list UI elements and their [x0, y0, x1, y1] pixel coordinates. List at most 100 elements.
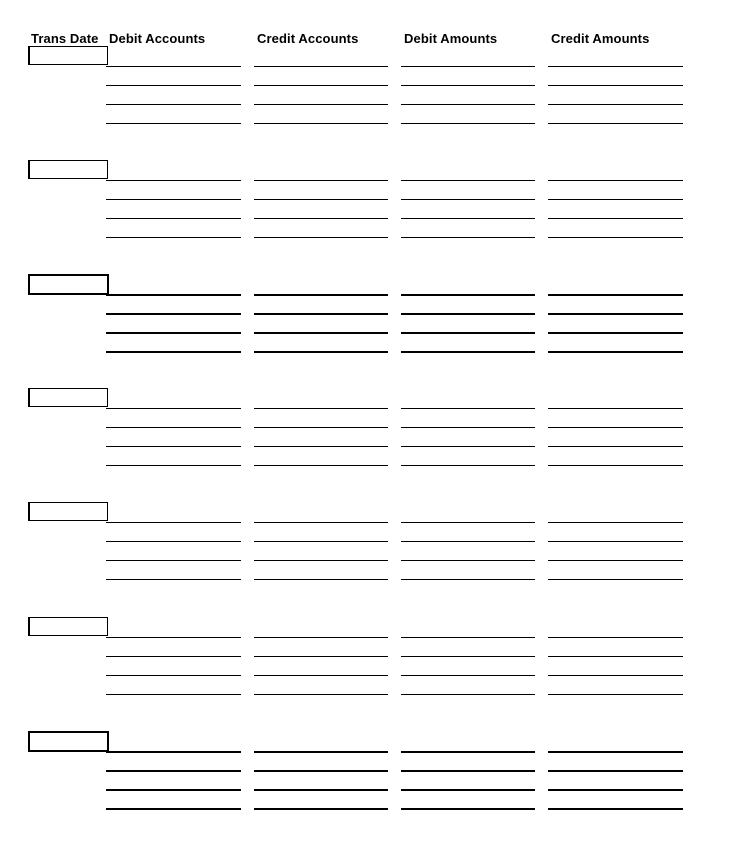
debit-accounts-line[interactable]	[106, 522, 241, 524]
debit-accounts-line[interactable]	[106, 674, 241, 676]
trans-date-field[interactable]	[28, 616, 108, 636]
credit-amounts-line[interactable]	[548, 237, 683, 239]
credit-accounts-line[interactable]	[254, 655, 388, 657]
debit-accounts-line[interactable]	[106, 427, 241, 429]
debit-accounts-line[interactable]	[106, 541, 241, 543]
debit-amounts-line[interactable]	[401, 693, 535, 695]
debit-accounts-line[interactable]	[106, 655, 241, 657]
debit-amounts-line[interactable]	[401, 807, 535, 810]
credit-accounts-line[interactable]	[254, 807, 388, 810]
credit-amounts-line[interactable]	[548, 560, 683, 562]
debit-accounts-line[interactable]	[106, 807, 241, 810]
debit-amounts-line[interactable]	[401, 446, 535, 448]
debit-accounts-line[interactable]	[106, 332, 241, 335]
debit-amounts-line[interactable]	[401, 674, 535, 676]
credit-accounts-line[interactable]	[254, 427, 388, 429]
credit-amounts-line[interactable]	[548, 769, 683, 772]
credit-accounts-line[interactable]	[254, 788, 388, 791]
credit-amounts-line[interactable]	[548, 351, 683, 354]
debit-accounts-line[interactable]	[106, 180, 241, 182]
credit-amounts-line[interactable]	[548, 199, 683, 201]
credit-accounts-line[interactable]	[254, 579, 388, 581]
trans-date-field[interactable]	[28, 730, 109, 752]
credit-accounts-line[interactable]	[254, 769, 388, 772]
trans-date-field[interactable]	[28, 274, 109, 296]
debit-accounts-line[interactable]	[106, 218, 241, 220]
debit-amounts-line[interactable]	[401, 636, 535, 638]
credit-amounts-line[interactable]	[548, 788, 683, 791]
debit-amounts-line[interactable]	[401, 560, 535, 562]
credit-amounts-line[interactable]	[548, 693, 683, 695]
credit-accounts-line[interactable]	[254, 636, 388, 638]
debit-accounts-line[interactable]	[106, 579, 241, 581]
trans-date-field[interactable]	[28, 160, 108, 180]
debit-accounts-line[interactable]	[106, 294, 241, 297]
credit-amounts-line[interactable]	[548, 123, 683, 124]
credit-accounts-line[interactable]	[254, 465, 388, 467]
debit-accounts-line[interactable]	[106, 769, 241, 772]
debit-amounts-line[interactable]	[401, 351, 535, 354]
debit-amounts-line[interactable]	[401, 180, 535, 182]
credit-accounts-line[interactable]	[254, 332, 388, 335]
credit-amounts-line[interactable]	[548, 104, 683, 105]
credit-amounts-line[interactable]	[548, 408, 683, 410]
debit-accounts-line[interactable]	[106, 199, 241, 201]
credit-amounts-line[interactable]	[548, 522, 683, 524]
credit-amounts-line[interactable]	[548, 218, 683, 220]
credit-amounts-line[interactable]	[548, 332, 683, 335]
credit-accounts-line[interactable]	[254, 750, 388, 753]
debit-accounts-line[interactable]	[106, 636, 241, 638]
credit-amounts-line[interactable]	[548, 636, 683, 638]
trans-date-field[interactable]	[28, 388, 108, 408]
credit-amounts-line[interactable]	[548, 313, 683, 316]
debit-amounts-line[interactable]	[401, 313, 535, 316]
debit-amounts-line[interactable]	[401, 750, 535, 753]
debit-amounts-line[interactable]	[401, 465, 535, 467]
debit-amounts-line[interactable]	[401, 237, 535, 239]
debit-accounts-line[interactable]	[106, 446, 241, 448]
debit-amounts-line[interactable]	[401, 218, 535, 220]
credit-accounts-line[interactable]	[254, 237, 388, 239]
debit-accounts-line[interactable]	[106, 693, 241, 695]
credit-accounts-line[interactable]	[254, 313, 388, 316]
debit-amounts-line[interactable]	[401, 769, 535, 772]
credit-amounts-line[interactable]	[548, 655, 683, 657]
debit-amounts-line[interactable]	[401, 579, 535, 581]
debit-accounts-line[interactable]	[106, 104, 241, 105]
credit-amounts-line[interactable]	[548, 465, 683, 467]
debit-accounts-line[interactable]	[106, 313, 241, 316]
debit-amounts-line[interactable]	[401, 788, 535, 791]
credit-accounts-line[interactable]	[254, 294, 388, 297]
debit-amounts-line[interactable]	[401, 522, 535, 524]
credit-amounts-line[interactable]	[548, 579, 683, 581]
debit-amounts-line[interactable]	[401, 123, 535, 124]
credit-accounts-line[interactable]	[254, 541, 388, 543]
debit-accounts-line[interactable]	[106, 750, 241, 753]
debit-accounts-line[interactable]	[106, 788, 241, 791]
debit-accounts-line[interactable]	[106, 560, 241, 562]
credit-accounts-line[interactable]	[254, 560, 388, 562]
credit-accounts-line[interactable]	[254, 408, 388, 410]
debit-amounts-line[interactable]	[401, 104, 535, 105]
credit-accounts-line[interactable]	[254, 693, 388, 695]
debit-accounts-line[interactable]	[106, 85, 241, 86]
credit-accounts-line[interactable]	[254, 104, 388, 105]
credit-accounts-line[interactable]	[254, 674, 388, 676]
debit-amounts-line[interactable]	[401, 85, 535, 86]
credit-amounts-line[interactable]	[548, 750, 683, 753]
credit-accounts-line[interactable]	[254, 123, 388, 124]
trans-date-field[interactable]	[28, 502, 108, 522]
debit-accounts-line[interactable]	[106, 408, 241, 410]
debit-amounts-line[interactable]	[401, 332, 535, 335]
credit-accounts-line[interactable]	[254, 351, 388, 354]
debit-amounts-line[interactable]	[401, 294, 535, 297]
credit-accounts-line[interactable]	[254, 522, 388, 524]
credit-amounts-line[interactable]	[548, 446, 683, 448]
debit-accounts-line[interactable]	[106, 351, 241, 354]
debit-accounts-line[interactable]	[106, 237, 241, 239]
credit-amounts-line[interactable]	[548, 674, 683, 676]
credit-amounts-line[interactable]	[548, 427, 683, 429]
debit-accounts-line[interactable]	[106, 123, 241, 124]
credit-accounts-line[interactable]	[254, 85, 388, 86]
credit-accounts-line[interactable]	[254, 180, 388, 182]
